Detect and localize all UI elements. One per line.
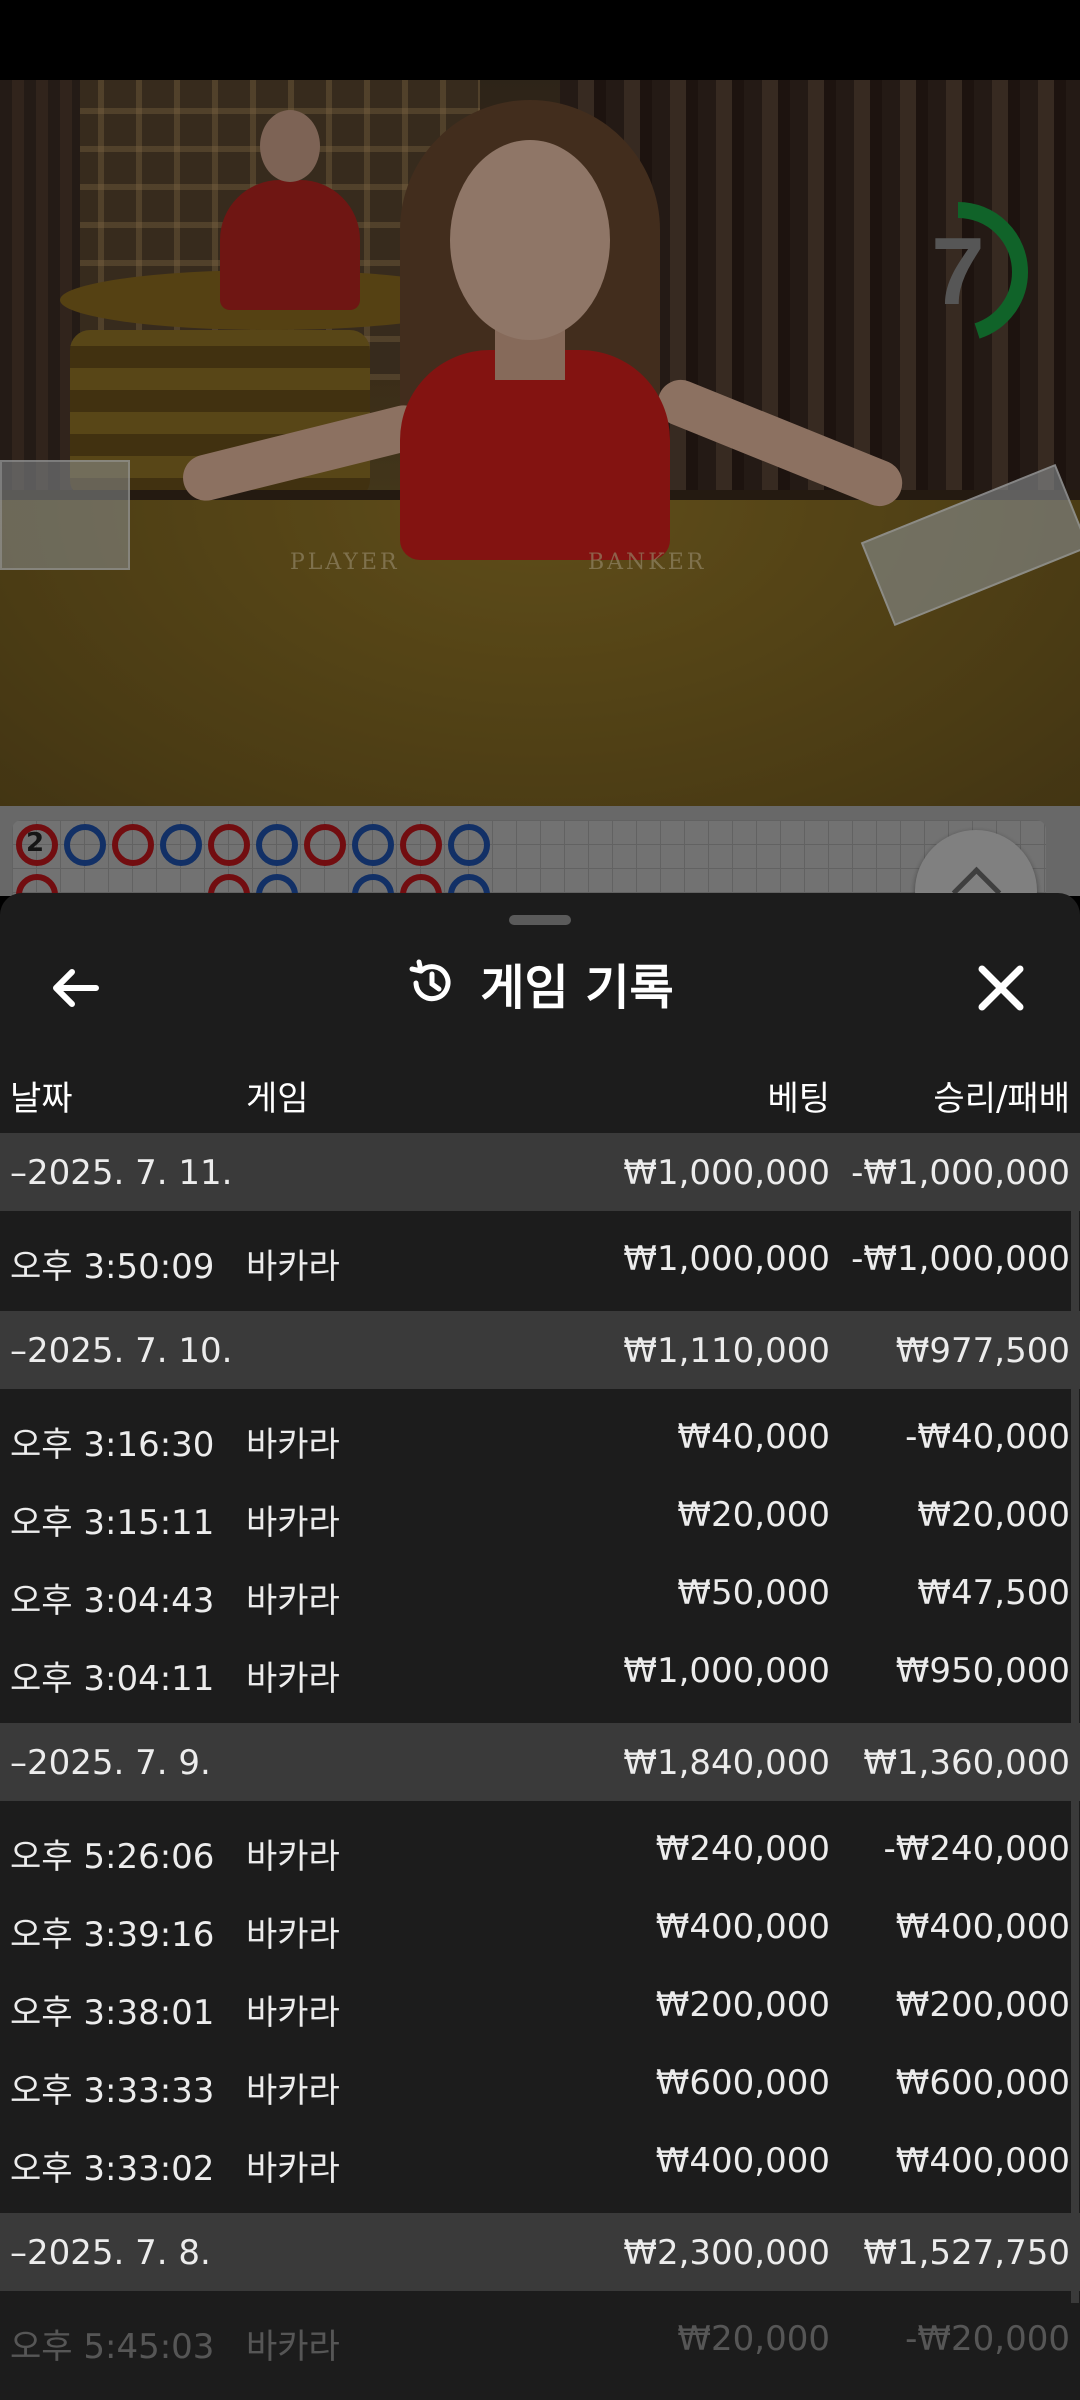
day-date: –2025. 7. 10.	[10, 1331, 233, 1371]
history-row[interactable]: 오후 3:04:11 바카라 ₩1,000,000 ₩950,000	[0, 1631, 1080, 1709]
row-time: 오후 3:33:33	[10, 2071, 215, 2111]
row-bet: ₩600,000	[655, 2063, 830, 2103]
history-icon	[409, 959, 451, 1002]
row-time: 오후 3:04:43	[10, 1581, 215, 1621]
table-header: 날짜 게임 베팅 승리/패배	[0, 1053, 1080, 1123]
day-result-total: ₩1,360,000	[863, 1743, 1070, 1783]
row-spacer	[0, 1801, 1080, 1809]
close-button[interactable]	[966, 953, 1036, 1023]
modal-overlay[interactable]	[0, 80, 1080, 900]
column-date: 날짜	[10, 1079, 73, 1119]
row-result: ₩400,000	[895, 2141, 1070, 2181]
day-summary-row[interactable]: –2025. 7. 11. ₩1,000,000 -₩1,000,000	[0, 1133, 1080, 1211]
row-result: -₩20,000	[905, 2319, 1070, 2359]
row-bet: ₩1,000,000	[623, 1651, 830, 1691]
row-game: 바카라	[246, 2071, 340, 2111]
row-bet: ₩400,000	[655, 2141, 830, 2181]
row-game: 바카라	[246, 1503, 340, 1543]
row-time: 오후 3:50:09	[10, 1247, 215, 1287]
column-win-loss: 승리/패배	[933, 1079, 1070, 1119]
row-time: 오후 3:39:16	[10, 1915, 215, 1955]
row-bet: ₩20,000	[677, 1495, 830, 1535]
row-bet: ₩40,000	[677, 1417, 830, 1457]
row-bet: ₩1,000,000	[623, 1239, 830, 1279]
row-time: 오후 5:26:06	[10, 1837, 215, 1877]
row-bet: ₩50,000	[677, 1573, 830, 1613]
row-time: 오후 3:33:02	[10, 2149, 215, 2189]
row-time: 오후 3:04:11	[10, 1659, 215, 1699]
column-game: 게임	[246, 1079, 309, 1119]
history-row[interactable]: 오후 5:26:06 바카라 ₩240,000 -₩240,000	[0, 1809, 1080, 1887]
row-result: ₩400,000	[895, 1907, 1070, 1947]
day-date: –2025. 7. 8.	[10, 2233, 211, 2273]
row-spacer	[0, 1389, 1080, 1397]
day-result-total: -₩1,000,000	[851, 1153, 1070, 1193]
day-result-total: ₩977,500	[895, 1331, 1070, 1371]
row-spacer	[0, 1211, 1080, 1219]
row-game: 바카라	[246, 1425, 340, 1465]
row-game: 바카라	[246, 1247, 340, 1287]
row-result: ₩200,000	[895, 1985, 1070, 2025]
column-bet: 베팅	[767, 1079, 830, 1119]
back-button[interactable]	[40, 953, 110, 1023]
row-game: 바카라	[246, 2149, 340, 2189]
row-result: ₩950,000	[895, 1651, 1070, 1691]
day-spacer	[0, 2377, 1080, 2391]
row-game: 바카라	[246, 1837, 340, 1877]
history-row[interactable]: 오후 5:45:03 바카라 ₩20,000 -₩20,000	[0, 2299, 1080, 2377]
row-game: 바카라	[246, 1581, 340, 1621]
history-row[interactable]: 오후 3:16:30 바카라 ₩40,000 -₩40,000	[0, 1397, 1080, 1475]
day-spacer	[0, 1297, 1080, 1311]
row-spacer	[0, 2291, 1080, 2299]
row-result: -₩1,000,000	[851, 1239, 1070, 1279]
row-result: ₩600,000	[895, 2063, 1070, 2103]
history-row[interactable]: 오후 3:15:11 바카라 ₩20,000 ₩20,000	[0, 1475, 1080, 1553]
row-result: -₩40,000	[905, 1417, 1070, 1457]
history-row[interactable]: 오후 3:33:02 바카라 ₩400,000 ₩400,000	[0, 2121, 1080, 2199]
day-spacer	[0, 1709, 1080, 1723]
history-row[interactable]: 오후 3:39:16 바카라 ₩400,000 ₩400,000	[0, 1887, 1080, 1965]
day-bet-total: ₩1,840,000	[623, 1743, 830, 1783]
row-bet: ₩240,000	[655, 1829, 830, 1869]
history-row[interactable]: 오후 3:04:43 바카라 ₩50,000 ₩47,500	[0, 1553, 1080, 1631]
day-bet-total: ₩1,000,000	[623, 1153, 830, 1193]
history-row[interactable]: 오후 3:50:09 바카라 ₩1,000,000 -₩1,000,000	[0, 1219, 1080, 1297]
sheet-grabber[interactable]	[509, 915, 571, 925]
row-time: 오후 3:38:01	[10, 1993, 215, 2033]
sheet-title: 게임 기록	[480, 960, 674, 1016]
status-bar	[0, 0, 1080, 80]
row-bet: ₩20,000	[677, 2319, 830, 2359]
row-bet: ₩200,000	[655, 1985, 830, 2025]
history-row[interactable]: 오후 3:38:01 바카라 ₩200,000 ₩200,000	[0, 1965, 1080, 2043]
day-result-total: ₩1,527,750	[863, 2233, 1070, 2273]
history-row[interactable]: 오후 3:33:33 바카라 ₩600,000 ₩600,000	[0, 2043, 1080, 2121]
day-summary-row[interactable]: –2025. 7. 9. ₩1,840,000 ₩1,360,000	[0, 1723, 1080, 1801]
row-result: -₩240,000	[883, 1829, 1071, 1869]
day-summary-row[interactable]: –2025. 7. 10. ₩1,110,000 ₩977,500	[0, 1311, 1080, 1389]
game-history-sheet: 게임 기록 날짜 게임 베팅 승리/패배 –2025. 7. 11. ₩1,000…	[0, 893, 1080, 2400]
close-icon	[978, 965, 1024, 1011]
row-result: ₩20,000	[917, 1495, 1070, 1535]
row-game: 바카라	[246, 1993, 340, 2033]
sheet-title-group: 게임 기록	[0, 933, 1080, 1033]
row-game: 바카라	[246, 1659, 340, 1699]
row-time: 오후 3:15:11	[10, 1503, 215, 1543]
row-bet: ₩400,000	[655, 1907, 830, 1947]
day-date: –2025. 7. 9.	[10, 1743, 211, 1783]
sheet-header: 게임 기록	[0, 933, 1080, 1033]
scrollbar[interactable]	[1071, 1133, 1079, 2303]
row-game: 바카라	[246, 2327, 340, 2367]
day-spacer	[0, 2199, 1080, 2213]
row-time: 오후 5:45:03	[10, 2327, 215, 2367]
row-result: ₩47,500	[917, 1573, 1070, 1613]
row-game: 바카라	[246, 1915, 340, 1955]
day-bet-total: ₩1,110,000	[623, 1331, 830, 1371]
history-list[interactable]: –2025. 7. 11. ₩1,000,000 -₩1,000,000 오후 3:5…	[0, 1133, 1080, 2391]
arrow-left-icon	[53, 969, 99, 1007]
row-time: 오후 3:16:30	[10, 1425, 215, 1465]
day-summary-row[interactable]: –2025. 7. 8. ₩2,300,000 ₩1,527,750	[0, 2213, 1080, 2291]
day-date: –2025. 7. 11.	[10, 1153, 233, 1193]
day-bet-total: ₩2,300,000	[623, 2233, 830, 2273]
